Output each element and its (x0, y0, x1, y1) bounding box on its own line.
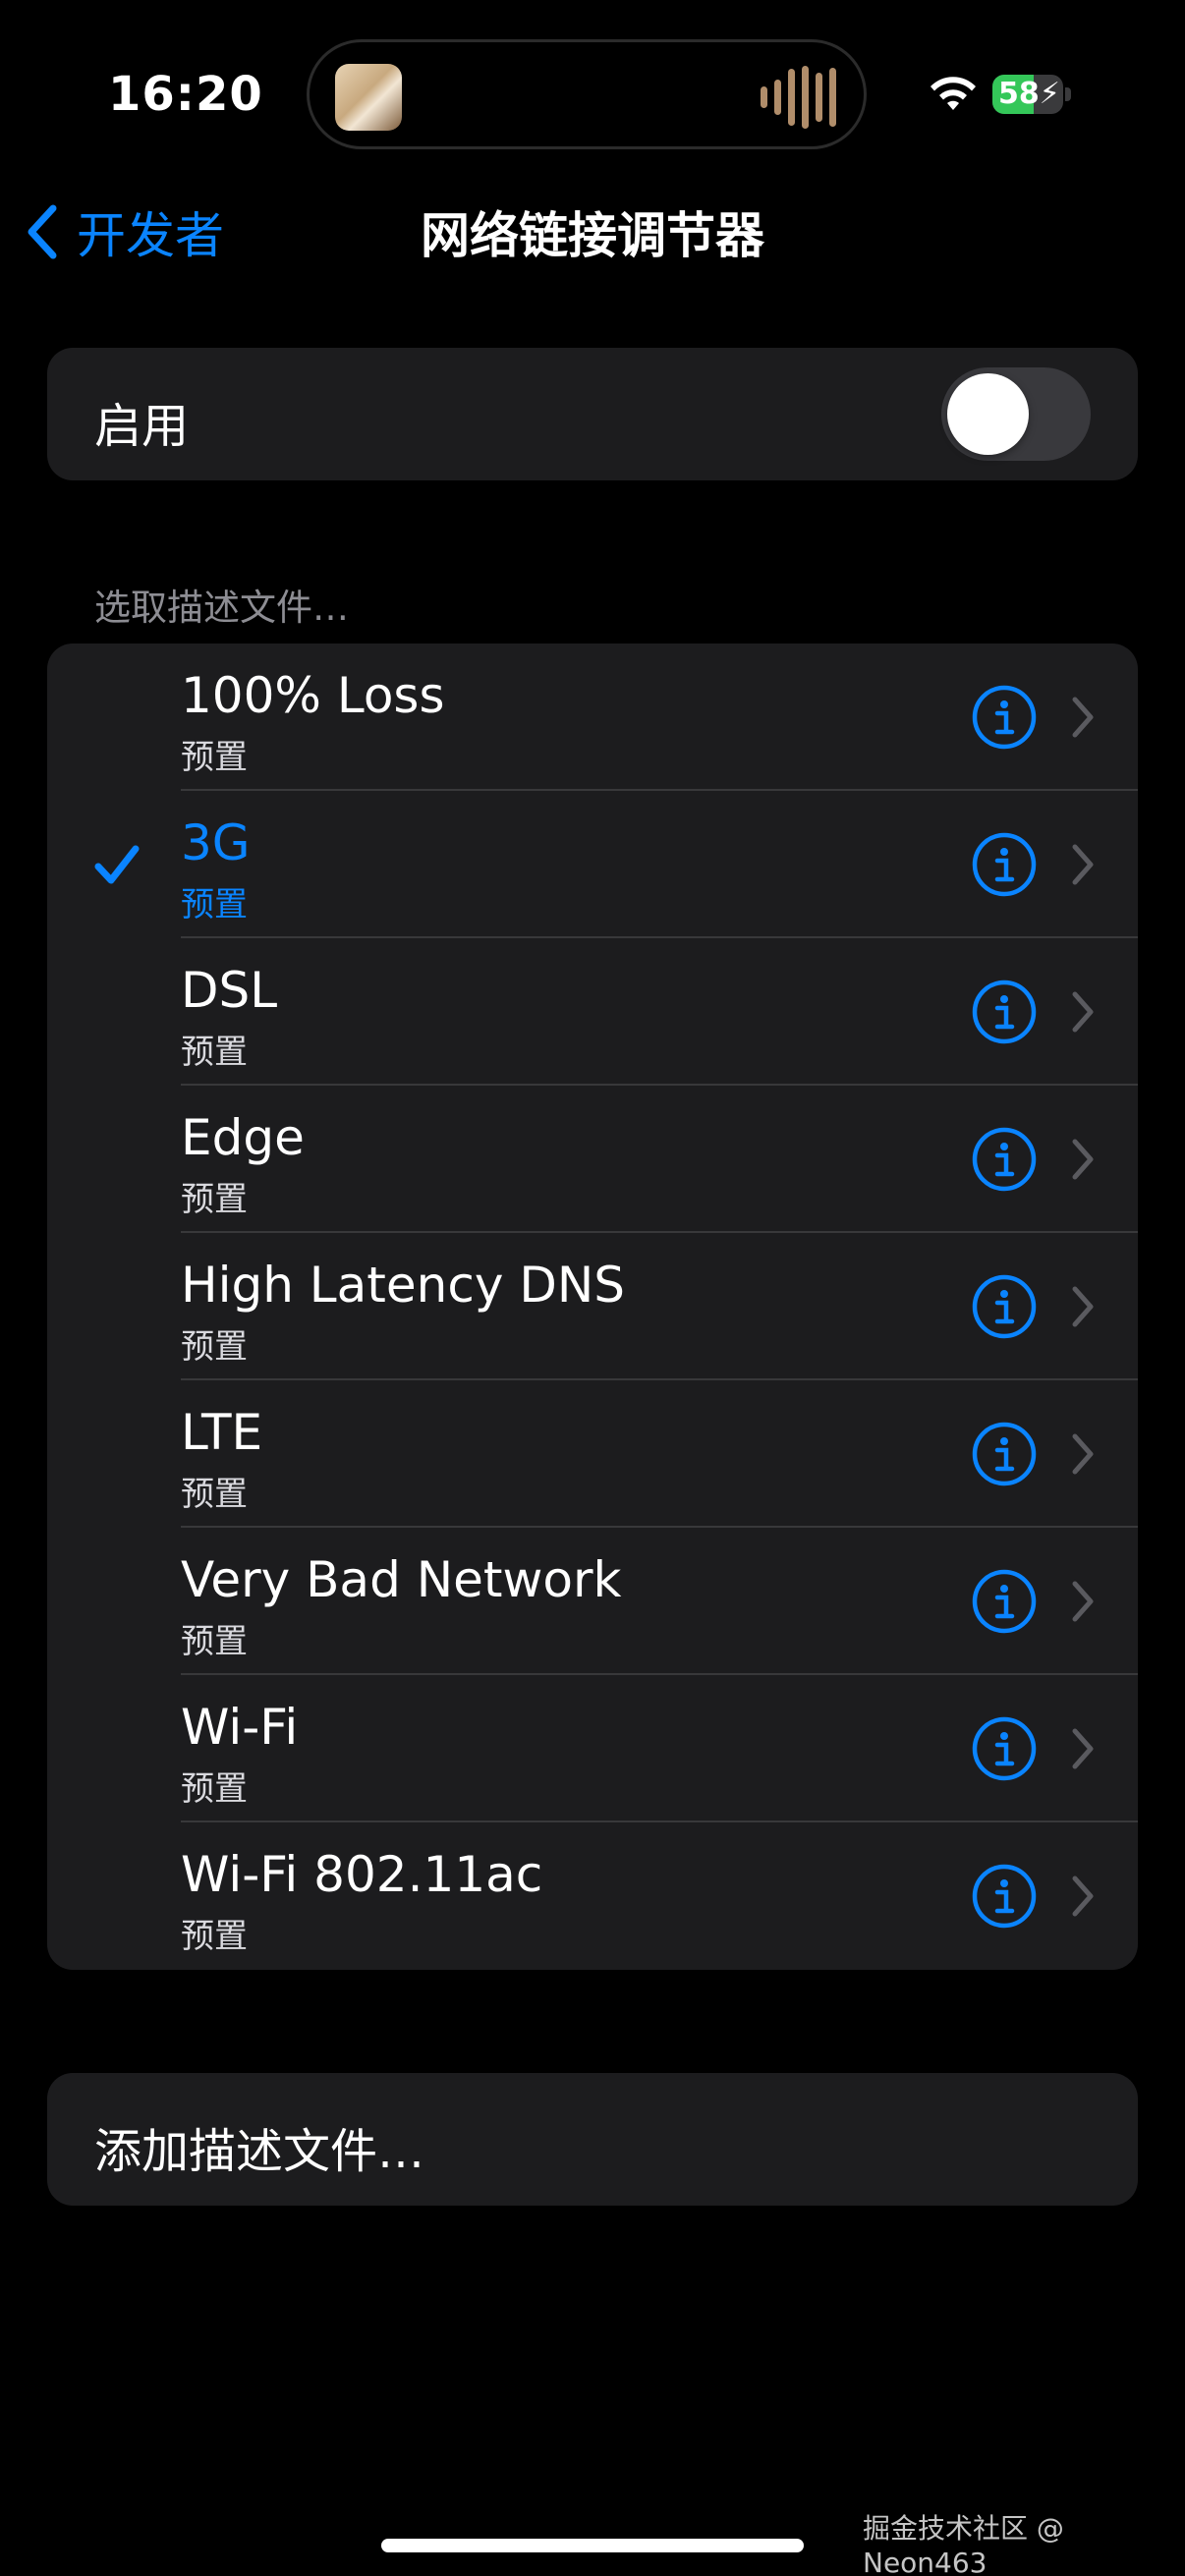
info-icon[interactable] (971, 831, 1038, 898)
chevron-right-icon (1072, 697, 1094, 738)
dynamic-island[interactable] (307, 39, 867, 149)
chevron-right-icon (1072, 991, 1094, 1033)
profile-subtitle: 预置 (181, 1622, 248, 1661)
toggle-knob (947, 373, 1029, 455)
chevron-right-icon (1072, 1876, 1094, 1917)
profile-row[interactable]: Wi-Fi 预置 (47, 1675, 1138, 1822)
profile-title: Very Bad Network (181, 1551, 622, 1608)
now-playing-artwork (335, 64, 402, 131)
watermark: 掘金技术社区 @ Neon463 (863, 2512, 1064, 2576)
info-icon[interactable] (971, 1715, 1038, 1782)
profile-subtitle: 预置 (181, 1475, 248, 1514)
profile-row[interactable]: DSL 预置 (47, 938, 1138, 1086)
profile-title: Wi-Fi 802.11ac (181, 1846, 543, 1903)
info-icon[interactable] (971, 979, 1038, 1045)
info-icon[interactable] (971, 1863, 1038, 1930)
wifi-icon (931, 77, 976, 110)
profile-title: 100% Loss (181, 667, 445, 724)
enable-label: 启用 (94, 399, 190, 454)
battery-level: 58 (998, 77, 1040, 111)
audio-waveform-icon (761, 66, 836, 129)
info-icon[interactable] (971, 1273, 1038, 1340)
status-bar: 16:20 58⚡ (0, 0, 1185, 196)
status-time: 16:20 (108, 67, 263, 122)
profile-row[interactable]: 100% Loss 预置 (47, 644, 1138, 791)
chevron-right-icon (1072, 1728, 1094, 1769)
profile-subtitle: 预置 (181, 738, 248, 777)
profile-subtitle: 预置 (181, 1033, 248, 1072)
profile-row[interactable]: Edge 预置 (47, 1086, 1138, 1233)
profile-title: Wi-Fi (181, 1699, 299, 1756)
profile-subtitle: 预置 (181, 1769, 248, 1809)
info-icon[interactable] (971, 1126, 1038, 1193)
battery-charging-icon: 58⚡ (992, 75, 1071, 114)
profile-subtitle: 预置 (181, 1180, 248, 1219)
checkmark-icon (94, 845, 140, 884)
profiles-list: 100% Loss 预置 3G 预置 DSL 预置 Edge 预置 High L… (47, 644, 1138, 1970)
home-indicator[interactable] (381, 2539, 804, 2552)
chevron-right-icon (1072, 1139, 1094, 1180)
profile-row[interactable]: Wi-Fi 802.11ac 预置 (47, 1822, 1138, 1970)
page-title: 网络链接调节器 (421, 207, 764, 264)
profile-subtitle: 预置 (181, 1327, 248, 1367)
profile-title: Edge (181, 1109, 305, 1166)
chevron-right-icon (1072, 844, 1094, 885)
profile-subtitle: 预置 (181, 885, 248, 924)
profile-title: High Latency DNS (181, 1257, 625, 1314)
profile-title: LTE (181, 1404, 263, 1461)
info-icon[interactable] (971, 1568, 1038, 1635)
profile-title: DSL (181, 962, 278, 1019)
profile-row[interactable]: 3G 预置 (47, 791, 1138, 938)
profile-title: 3G (181, 814, 251, 871)
enable-toggle[interactable] (941, 367, 1091, 461)
enable-group: 启用 (47, 348, 1138, 480)
profile-row[interactable]: High Latency DNS 预置 (47, 1233, 1138, 1380)
section-header: 选取描述文件… (94, 587, 349, 629)
chevron-right-icon (1072, 1581, 1094, 1622)
profile-row[interactable]: Very Bad Network 预置 (47, 1528, 1138, 1675)
profile-subtitle: 预置 (181, 1917, 248, 1956)
chevron-right-icon (1072, 1433, 1094, 1475)
add-profile-label: 添加描述文件… (94, 2124, 425, 2179)
profile-row[interactable]: LTE 预置 (47, 1380, 1138, 1528)
info-icon[interactable] (971, 684, 1038, 751)
chevron-right-icon (1072, 1286, 1094, 1327)
add-profile-button[interactable]: 添加描述文件… (47, 2073, 1138, 2206)
info-icon[interactable] (971, 1421, 1038, 1487)
